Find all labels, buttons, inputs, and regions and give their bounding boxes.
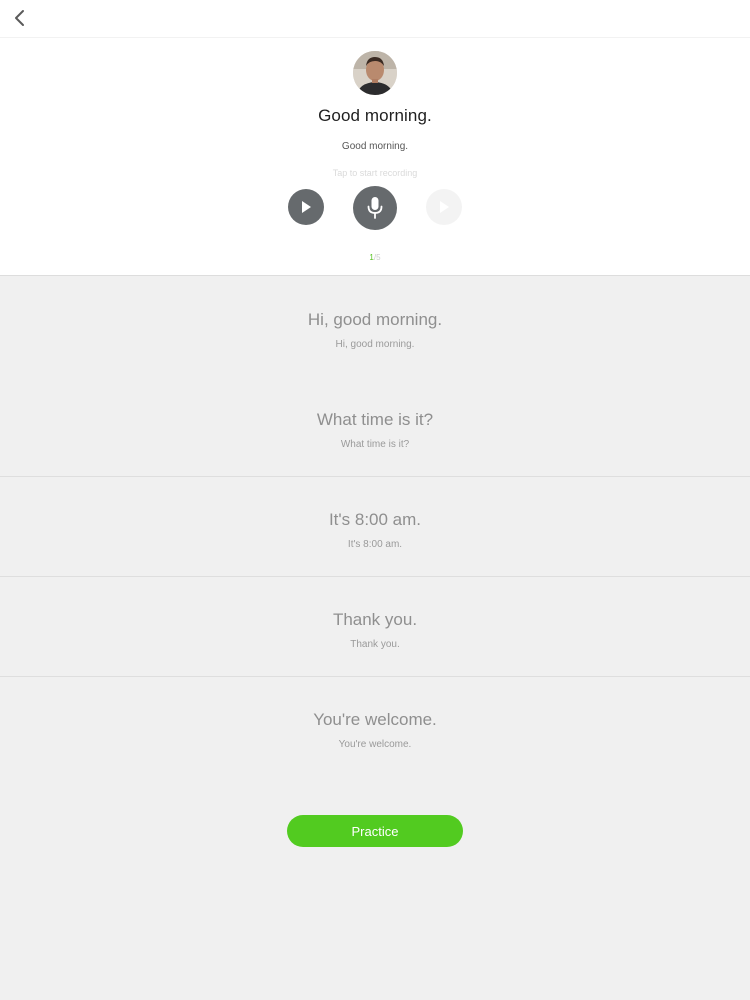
record-hint: Tap to start recording <box>332 168 418 178</box>
sentence-translation: What time is it? <box>340 439 410 450</box>
sentence-text: Hi, good morning. <box>307 310 443 329</box>
avatar <box>353 51 397 95</box>
playback-recording-button <box>426 189 462 225</box>
active-sentence-card: Good morning. Good morning. Tap to start… <box>0 38 750 276</box>
dialogue-practice-screen: Good morning. Good morning. Tap to start… <box>0 0 750 1000</box>
sentence-text: You're welcome. <box>313 710 437 729</box>
play-icon <box>440 201 449 213</box>
sentence-item[interactable]: What time is it? What time is it? <box>0 377 750 477</box>
progress-total: 5 <box>376 253 381 262</box>
top-nav-bar <box>0 0 750 38</box>
sentence-item[interactable]: Thank you. Thank you. <box>0 577 750 677</box>
sentence-progress: 1/5 <box>0 253 750 262</box>
sentence-translation: It's 8:00 am. <box>347 539 403 550</box>
active-sentence-translation: Good morning. <box>341 141 409 152</box>
sentence-translation: You're welcome. <box>338 739 412 750</box>
sentence-item[interactable]: It's 8:00 am. It's 8:00 am. <box>0 477 750 577</box>
sentence-item[interactable]: You're welcome. You're welcome. <box>0 677 750 777</box>
chevron-left-icon <box>15 10 24 26</box>
play-icon <box>302 201 311 213</box>
record-button[interactable] <box>353 186 397 230</box>
back-button[interactable] <box>6 4 34 32</box>
play-audio-button[interactable] <box>288 189 324 225</box>
sentence-text: It's 8:00 am. <box>328 510 422 529</box>
practice-button[interactable]: Practice <box>287 815 463 847</box>
sentence-translation: Hi, good morning. <box>335 339 415 350</box>
sentence-text: Thank you. <box>332 610 418 629</box>
microphone-icon <box>367 197 383 219</box>
sentence-translation: Thank you. <box>350 639 400 650</box>
sentence-list: Hi, good morning. Hi, good morning. What… <box>0 277 750 777</box>
active-sentence-title: Good morning. <box>318 106 432 125</box>
sentence-text: What time is it? <box>316 410 434 429</box>
avatar-image <box>353 51 397 95</box>
sentence-item[interactable]: Hi, good morning. Hi, good morning. <box>0 277 750 377</box>
